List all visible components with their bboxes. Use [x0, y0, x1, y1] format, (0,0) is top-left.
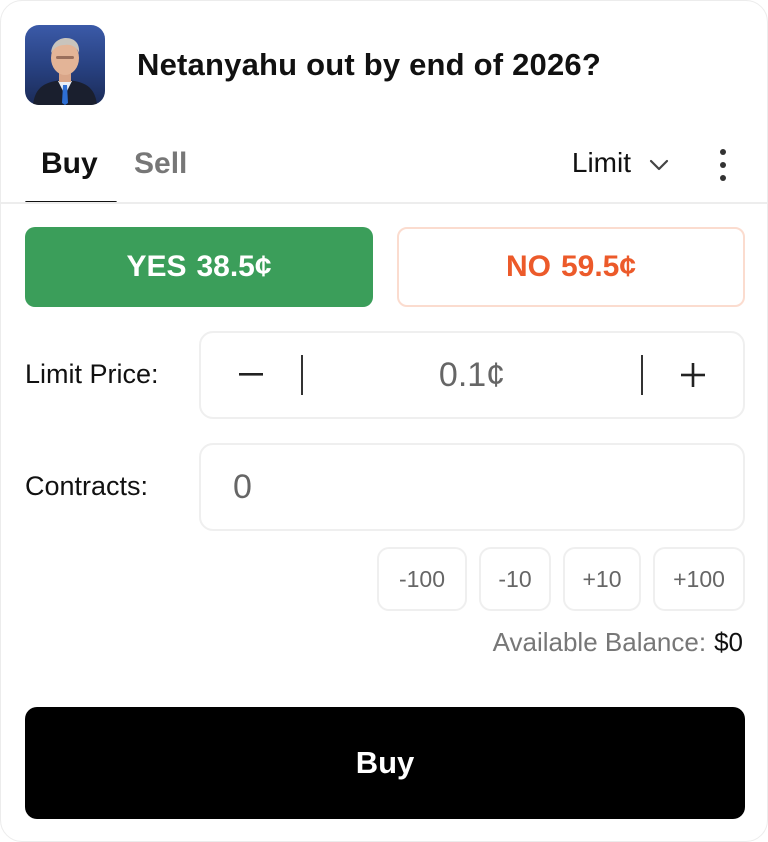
no-button[interactable]: NO 59.5¢: [397, 227, 745, 307]
contracts-input[interactable]: 0: [199, 443, 745, 531]
market-avatar: [25, 25, 105, 105]
minus-icon: [239, 373, 263, 376]
market-title: Netanyahu out by end of 2026?: [137, 47, 601, 82]
balance-label: Available Balance:: [492, 627, 707, 657]
contracts-label: Contracts:: [25, 471, 149, 501]
available-balance: Available Balance: $0: [493, 627, 743, 658]
yes-label: YES: [126, 250, 187, 283]
tab-sell[interactable]: Sell: [134, 147, 187, 181]
market-header: Netanyahu out by end of 2026?: [25, 25, 601, 105]
quick-adjust-plus-10[interactable]: +10: [563, 547, 641, 611]
quick-adjust-minus-100[interactable]: -100: [377, 547, 467, 611]
no-label: NO: [505, 250, 551, 283]
balance-value: $0: [714, 627, 743, 657]
portrait-image: [33, 38, 97, 105]
order-type-dropdown[interactable]: Limit: [572, 147, 669, 179]
plus-icon: [681, 363, 705, 387]
no-price: 59.5¢: [560, 250, 637, 283]
trade-panel: Netanyahu out by end of 2026? Buy Sell L…: [0, 0, 768, 842]
order-type-label: Limit: [571, 147, 631, 178]
limit-price-stepper: 0.1¢: [199, 331, 745, 419]
chevron-down-icon: [649, 159, 669, 171]
quick-adjust-plus-100[interactable]: +100: [653, 547, 745, 611]
quick-adjust-minus-10[interactable]: -10: [479, 547, 551, 611]
yes-price: 38.5¢: [196, 250, 272, 283]
limit-price-label: Limit Price:: [25, 359, 159, 389]
buy-submit-button[interactable]: Buy: [25, 707, 745, 819]
side-tabs: Buy Sell Limit: [25, 129, 743, 204]
limit-price-value[interactable]: 0.1¢: [303, 333, 641, 417]
yes-button[interactable]: YES 38.5¢: [25, 227, 373, 307]
increment-button[interactable]: [643, 333, 743, 417]
tab-buy[interactable]: Buy: [41, 147, 98, 181]
more-vertical-icon[interactable]: [713, 145, 733, 185]
decrement-button[interactable]: [201, 333, 301, 417]
tabs-divider: [1, 202, 767, 204]
